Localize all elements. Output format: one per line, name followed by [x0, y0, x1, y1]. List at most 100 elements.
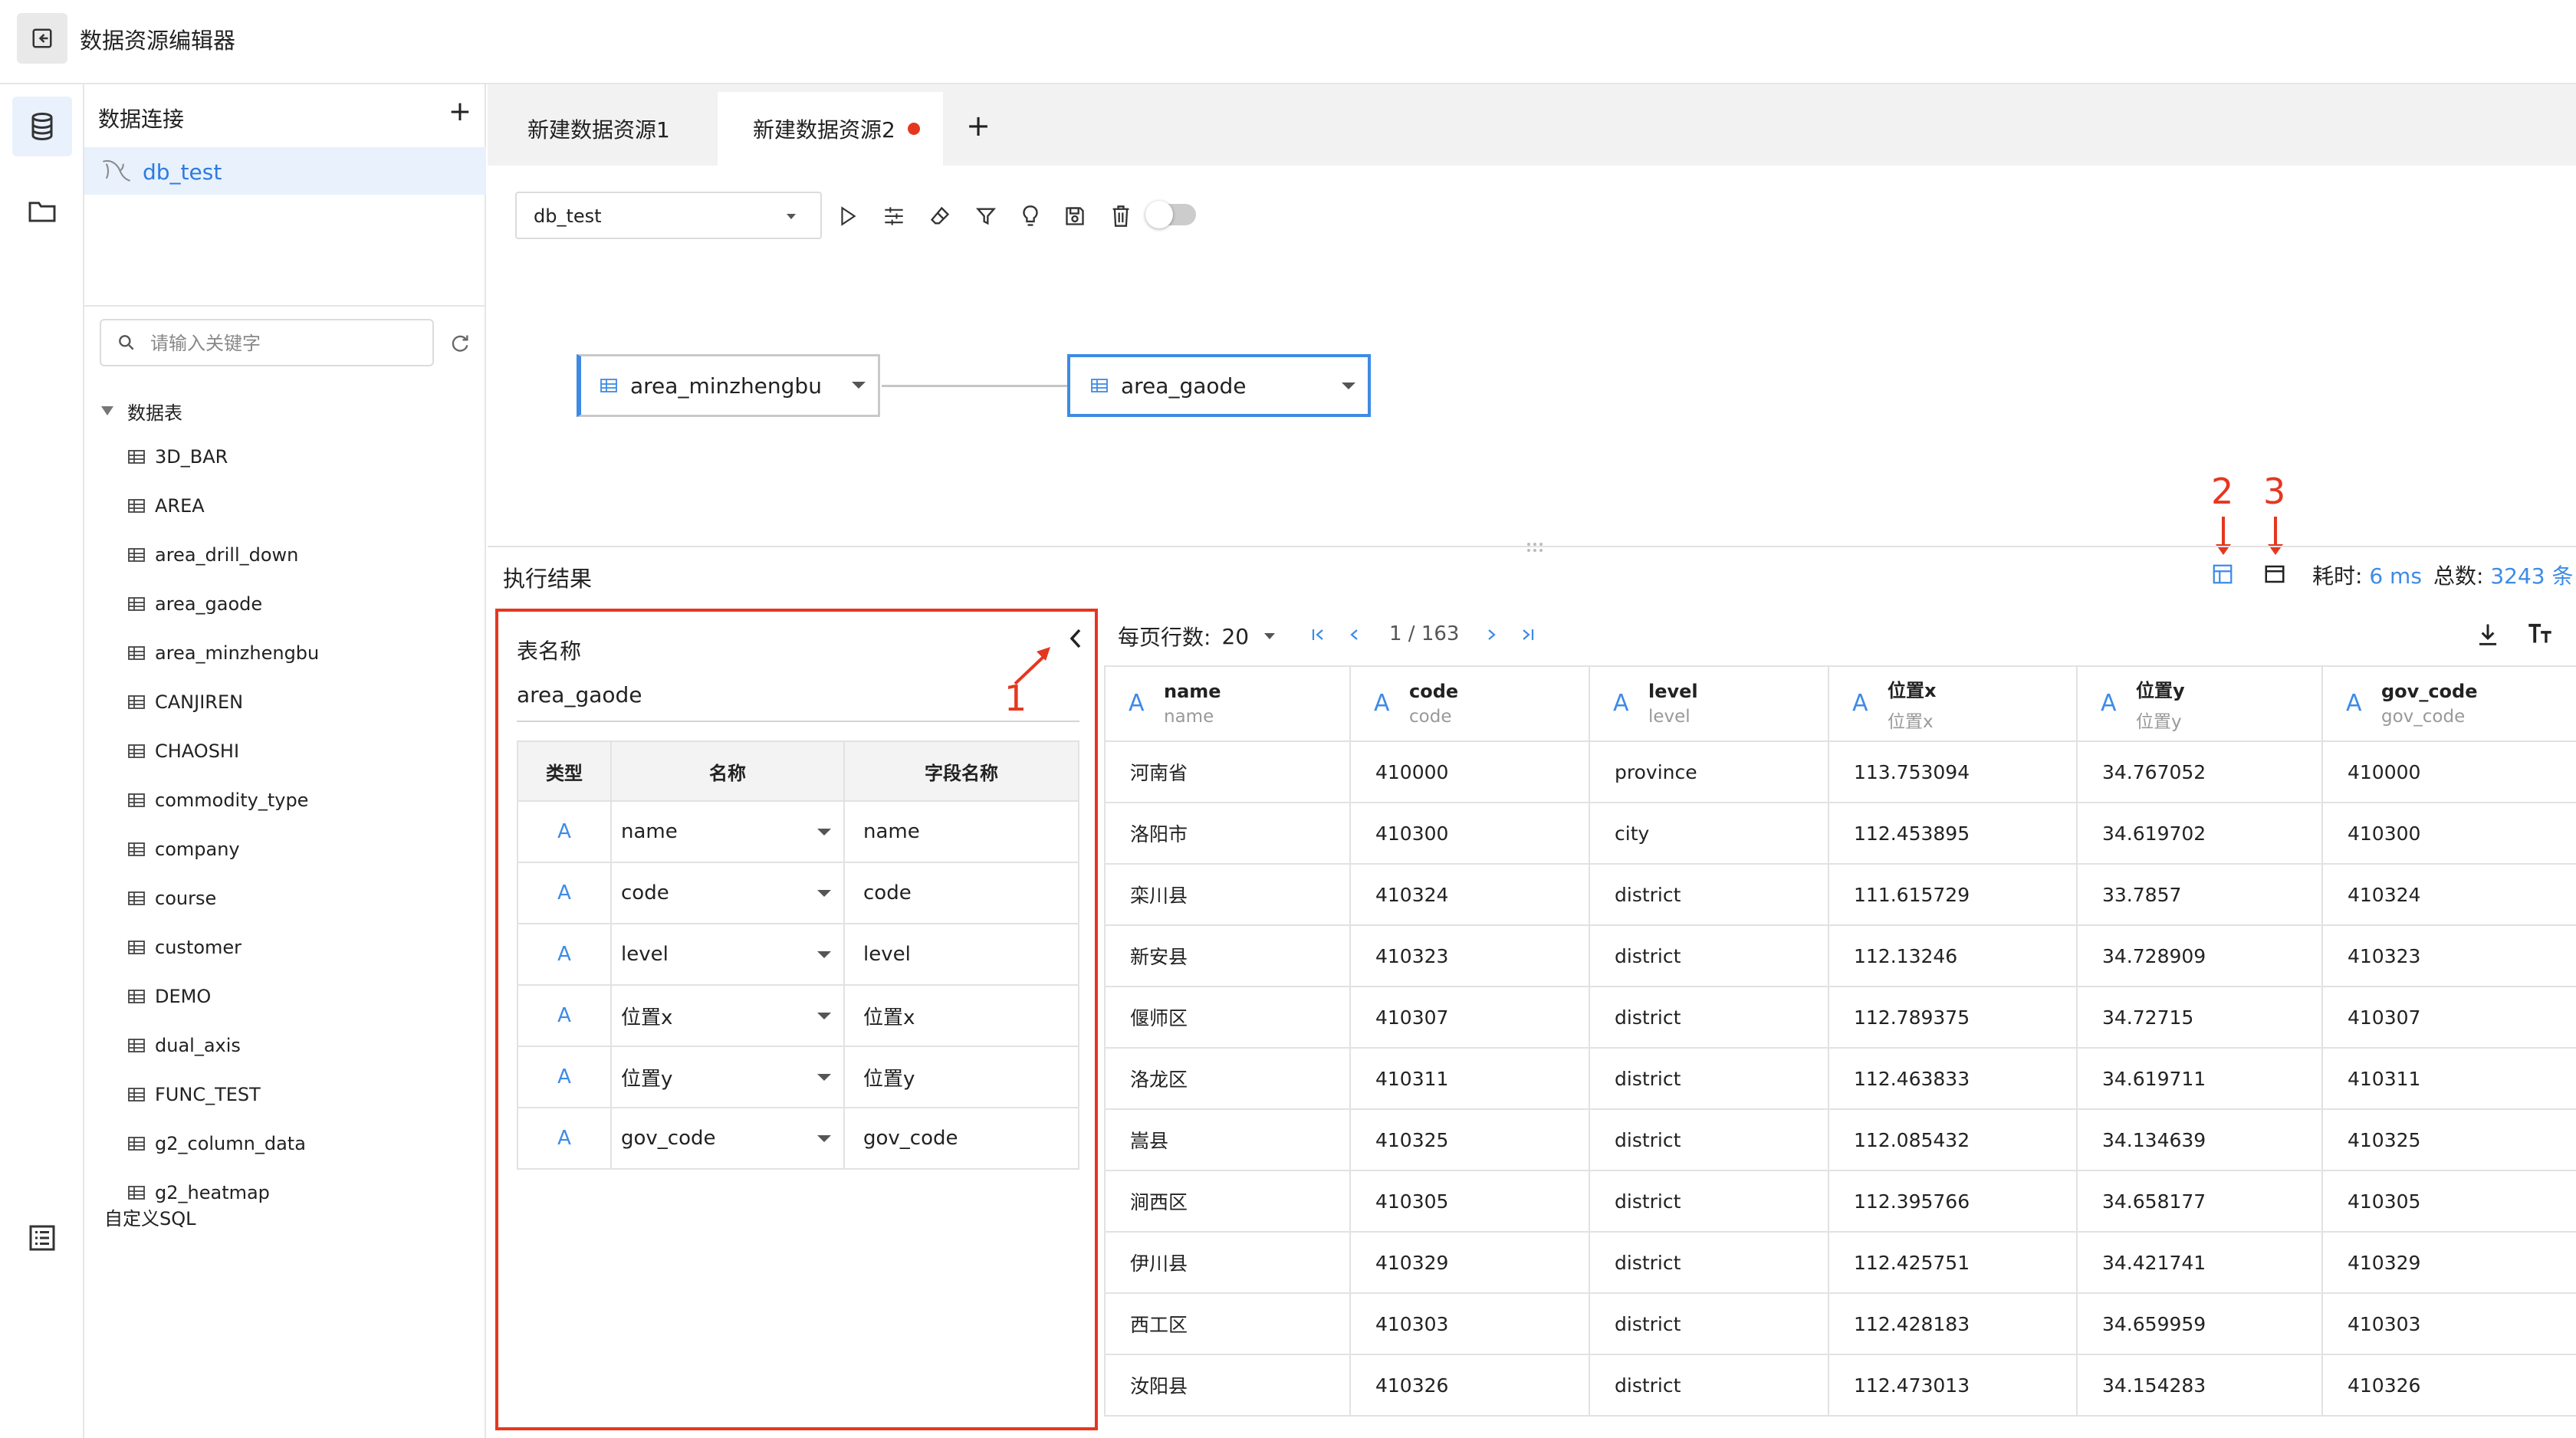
save-button[interactable]	[1060, 201, 1090, 231]
field-name-select[interactable]: 位置x	[610, 984, 845, 1047]
field-name-select[interactable]: 位置y	[610, 1046, 845, 1108]
field-name-select[interactable]: name	[610, 800, 845, 863]
table-list-label: course	[155, 888, 217, 909]
grid-cell: 新安县	[1104, 924, 1351, 987]
table-list-item[interactable]: course	[127, 874, 216, 923]
table-list-item[interactable]: 3D_BAR	[127, 432, 228, 481]
column-title: code	[1409, 681, 1459, 702]
table-row[interactable]: 洛龙区 410311 district 112.463833 34.619711 4103…	[1104, 1047, 2576, 1110]
table-list-item[interactable]: area_minzhengbu	[127, 629, 319, 678]
database-select[interactable]: db_test	[515, 192, 822, 239]
table-list-item[interactable]: AREA	[127, 481, 205, 530]
table-list-item[interactable]: g2_column_data	[127, 1119, 306, 1168]
field-name-select[interactable]: gov_code	[610, 1107, 845, 1170]
first-page-button[interactable]	[1309, 625, 1328, 644]
field-name-select[interactable]: level	[610, 923, 845, 986]
toggle-switch[interactable]	[1145, 201, 1196, 228]
table-list-item[interactable]: CHAOSHI	[127, 727, 239, 776]
download-button[interactable]	[2476, 622, 2499, 647]
field-name-select[interactable]: code	[610, 862, 845, 924]
collapse-panel-button[interactable]	[1063, 625, 1089, 652]
data-grid: Aname name Acode code Alevel level A 位置x 位置x A 位置y…	[1104, 665, 2576, 1417]
tab-label: 新建数据资源1	[527, 117, 670, 143]
delete-button[interactable]	[1106, 201, 1136, 231]
table-icon	[127, 744, 146, 759]
table-row[interactable]: 偃师区 410307 district 112.789375 34.72715 41030…	[1104, 986, 2576, 1049]
left-panel: 数据连接 + db_test 数据表 3D_BAR AREA area_drill_…	[84, 84, 486, 1438]
grid-column-header[interactable]: Agov_code gov_code	[2321, 665, 2576, 742]
table-row[interactable]: 汝阳县 410326 district 112.473013 34.154283 4103…	[1104, 1354, 2576, 1417]
table-list-item[interactable]: FUNC_TEST	[127, 1070, 261, 1119]
refresh-button[interactable]	[445, 328, 475, 359]
table-list-item[interactable]: dual_axis	[127, 1021, 241, 1070]
table-list-item[interactable]: commodity_type	[127, 776, 308, 825]
table-list-item[interactable]: DEMO	[127, 972, 211, 1021]
next-page-button[interactable]	[1483, 625, 1500, 644]
table-list-item[interactable]: CANJIREN	[127, 678, 243, 727]
grid-cell: 410323	[1349, 924, 1590, 987]
table-row[interactable]: 嵩县 410325 district 112.085432 34.134639 41032…	[1104, 1108, 2576, 1171]
caret-down-icon[interactable]	[850, 379, 867, 390]
connection-item[interactable]: db_test	[84, 147, 486, 195]
table-row[interactable]: 河南省 410000 province 113.753094 34.767052 4100…	[1104, 740, 2576, 803]
column-subtitle: name	[1164, 707, 1214, 727]
add-tab-button[interactable]: +	[961, 109, 995, 143]
field-row: A 位置x 位置x	[517, 984, 1079, 1047]
settings-button[interactable]	[879, 201, 909, 231]
table-list-item[interactable]: area_drill_down	[127, 530, 298, 579]
field-type: A	[517, 984, 612, 1047]
run-button[interactable]	[833, 201, 863, 231]
grid-column-header[interactable]: A 位置y 位置y	[2076, 665, 2323, 742]
table-icon	[127, 547, 146, 563]
table-node-area-minzhengbu[interactable]: area_minzhengbu	[577, 354, 880, 417]
custom-sql-item[interactable]: 自定义SQL	[104, 1203, 196, 1230]
clear-button[interactable]	[925, 201, 955, 231]
rail-folder-button[interactable]	[12, 181, 72, 241]
search-input[interactable]	[150, 328, 426, 359]
table-row[interactable]: 涧西区 410305 district 112.395766 34.658177 4103…	[1104, 1170, 2576, 1233]
grid-cell: province	[1589, 740, 1829, 803]
table-row[interactable]: 栾川县 410324 district 111.615729 33.7857 410324	[1104, 863, 2576, 926]
last-page-icon	[1523, 629, 1534, 640]
last-page-button[interactable]	[1518, 625, 1536, 644]
table-row[interactable]: 伊川县 410329 district 112.425751 34.421741 4103…	[1104, 1231, 2576, 1294]
grid-column-header[interactable]: Alevel level	[1589, 665, 1829, 742]
rail-list-button[interactable]	[12, 1208, 72, 1268]
field-table: 类型 名称 字段名称 Aname name Acode code Alevel level…	[517, 740, 1079, 1170]
tab-resource-2[interactable]: 新建数据资源2	[718, 92, 943, 166]
grid-column-header[interactable]: Acode code	[1349, 665, 1590, 742]
grid-cell: district	[1589, 1354, 1829, 1417]
table-list-item[interactable]: company	[127, 825, 240, 874]
drag-handle-icon[interactable]	[1524, 537, 1546, 558]
table-list-label: CANJIREN	[155, 691, 244, 713]
table-row[interactable]: 西工区 410303 district 112.428183 34.659959 4103…	[1104, 1292, 2576, 1355]
layout-toggle-button[interactable]	[2211, 563, 2234, 586]
text-size-button[interactable]	[2527, 621, 2553, 645]
fullscreen-button[interactable]	[2263, 563, 2286, 586]
grid-cell: 410326	[1349, 1354, 1590, 1417]
hint-button[interactable]	[1015, 201, 1046, 231]
table-name-value[interactable]: area_gaode	[517, 682, 642, 708]
grid-column-header[interactable]: A 位置x 位置x	[1828, 665, 2078, 742]
table-list-item[interactable]: area_gaode	[127, 579, 262, 629]
grid-cell: district	[1589, 1231, 1829, 1294]
table-list-item[interactable]: customer	[127, 923, 242, 972]
table-node-area-gaode[interactable]: area_gaode	[1067, 354, 1371, 417]
rail-database-button[interactable]	[12, 97, 72, 156]
rows-per-page[interactable]: 每页行数: 20	[1118, 621, 1276, 652]
tables-group[interactable]: 数据表	[100, 394, 182, 428]
prev-page-button[interactable]	[1346, 625, 1363, 644]
table-row[interactable]: 新安县 410323 district 112.13246 34.728909 41032…	[1104, 924, 2576, 987]
caret-down-icon	[816, 888, 833, 898]
grid-column-header[interactable]: Aname name	[1104, 665, 1351, 742]
caret-down-icon[interactable]	[1340, 380, 1357, 391]
annotation-3: 3	[2263, 471, 2286, 512]
search-box[interactable]	[100, 319, 434, 366]
grid-cell: 410305	[1349, 1170, 1590, 1233]
filter-button[interactable]	[971, 201, 1001, 231]
tab-resource-1[interactable]: 新建数据资源1	[488, 92, 715, 166]
back-button[interactable]	[17, 13, 67, 64]
add-connection-button[interactable]: +	[445, 97, 475, 127]
caret-down-icon	[100, 405, 115, 417]
table-row[interactable]: 洛阳市 410300 city 112.453895 34.619702 410300	[1104, 802, 2576, 865]
